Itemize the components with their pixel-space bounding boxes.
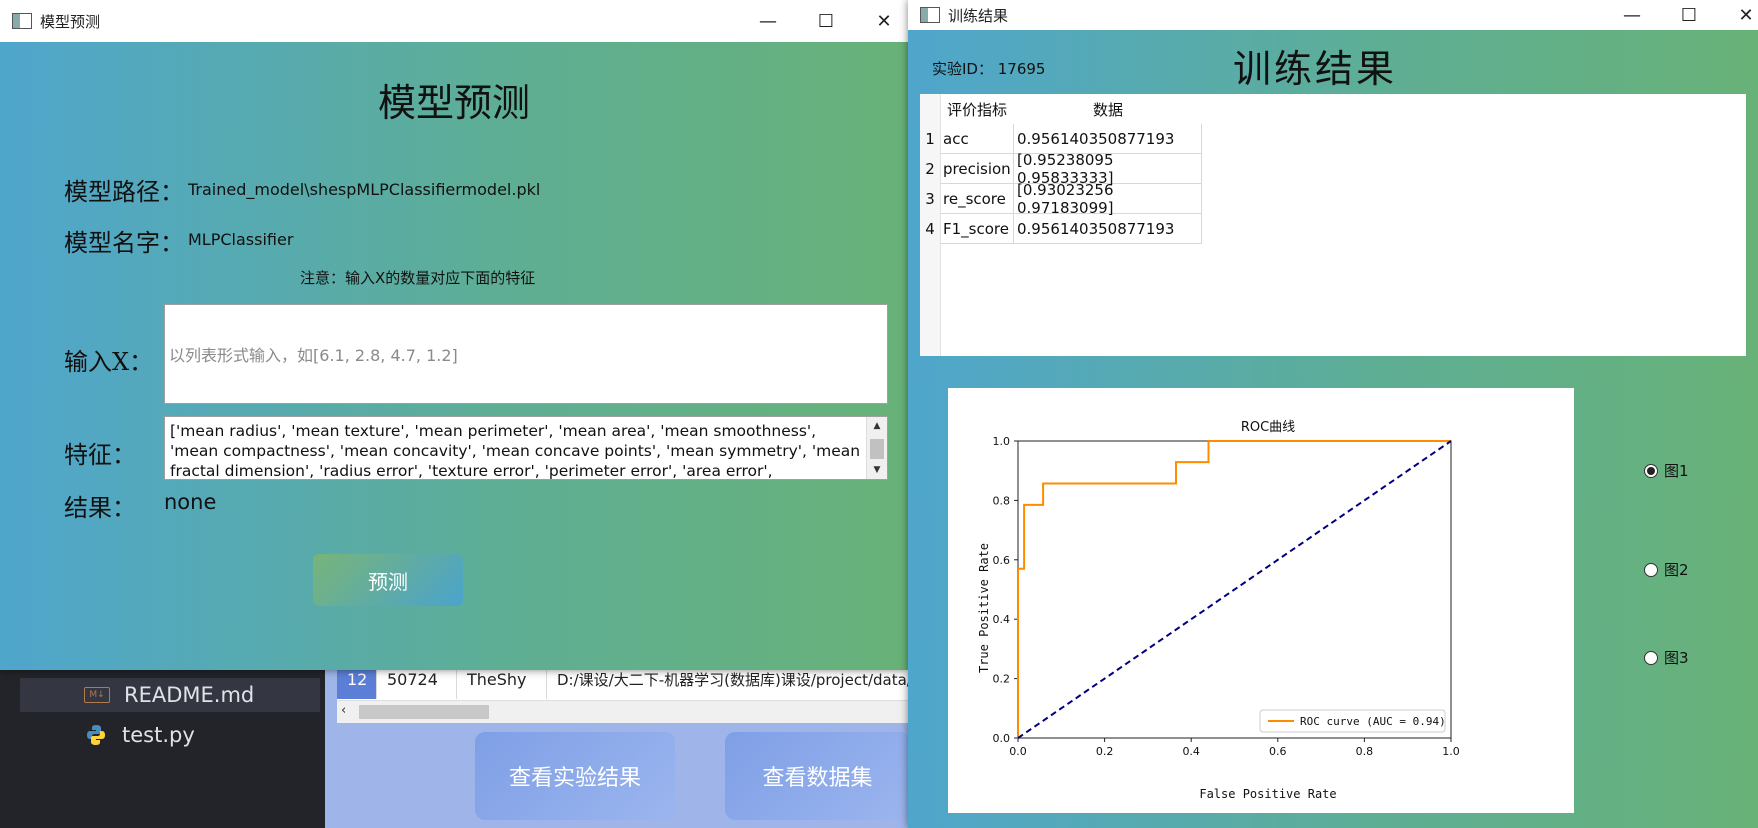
table-cell-value[interactable]: [0.93023256 0.97183099] [1014, 181, 1202, 217]
scrollbar-thumb[interactable] [870, 439, 884, 459]
predict-window: 模型预测 — ☐ ✕ 模型预测 模型路径： Trained_model\shes… [0, 0, 908, 670]
minimize-button[interactable]: — [740, 0, 796, 42]
radio-figure-2[interactable]: 图2 [1644, 559, 1689, 580]
y-tick-label: 0.4 [993, 613, 1011, 626]
radio-unchecked-icon[interactable] [1644, 562, 1658, 577]
maximize-button[interactable]: ☐ [1661, 0, 1717, 30]
results-window-titlebar[interactable]: 训练结果 — ☐ ✕ [908, 0, 1758, 30]
minimize-button[interactable]: — [1604, 0, 1660, 30]
result-value: none [164, 490, 217, 514]
features-label: 特征： [64, 441, 136, 469]
x-axis-label: False Positive Rate [1199, 787, 1336, 801]
page-title: 训练结果 [1233, 47, 1398, 91]
python-icon [87, 725, 105, 745]
input-x-label: 输入X： [64, 348, 154, 376]
radio-figure-1[interactable]: 图1 [1644, 460, 1689, 481]
markdown-icon: M↓ [84, 687, 110, 703]
x-tick-label: 0.8 [1356, 745, 1374, 758]
features-textbox[interactable]: ['mean radius', 'mean texture', 'mean pe… [164, 416, 888, 480]
window-app-icon [920, 7, 940, 23]
x-tick-label: 0.0 [1009, 745, 1027, 758]
close-button[interactable]: ✕ [1718, 0, 1758, 30]
file-item-readme[interactable]: M↓ README.md [20, 678, 320, 712]
scroll-down-icon[interactable]: ▼ [867, 461, 887, 479]
scrollbar-thumb[interactable] [359, 705, 489, 719]
result-label: 结果： [64, 494, 136, 522]
model-path-value: Trained_model\shespMLPClassifiermodel.pk… [188, 180, 541, 199]
predict-window-titlebar[interactable]: 模型预测 — ☐ ✕ [0, 0, 908, 42]
radio-figure-3[interactable]: 图3 [1644, 647, 1689, 668]
scroll-left-icon[interactable]: ‹ [341, 703, 346, 718]
chart-title: ROC曲线 [1241, 420, 1295, 435]
predict-button[interactable]: 预测 [313, 554, 463, 606]
model-name-value: MLPClassifier [188, 230, 294, 249]
column-header-value[interactable]: 数据 [1014, 94, 1202, 124]
row-number: 2 [925, 160, 935, 178]
file-name: test.py [122, 723, 195, 747]
y-tick-label: 1.0 [993, 435, 1011, 448]
metrics-table: 评价指标 数据 1 acc 0.956140350877193 2 precis… [920, 94, 1746, 356]
column-header-metric[interactable]: 评价指标 [940, 94, 1014, 124]
file-item-test-py[interactable]: test.py [20, 718, 320, 752]
y-tick-label: 0.2 [993, 673, 1011, 686]
roc-chart-panel: ROC曲线 False Positive Rate True Positive … [948, 388, 1574, 813]
table-cell-value[interactable]: 0.956140350877193 [1014, 214, 1202, 244]
row-number: 4 [925, 220, 935, 238]
radio-label: 图2 [1664, 561, 1689, 579]
file-name: README.md [124, 683, 255, 707]
table-cell-metric[interactable]: re_score [940, 184, 1014, 214]
features-text: ['mean radius', 'mean texture', 'mean pe… [170, 422, 861, 480]
y-axis-label: True Positive Rate [977, 543, 991, 673]
diagonal-reference-line [1017, 440, 1452, 739]
view-dataset-button[interactable]: 查看数据集 [725, 732, 910, 820]
model-path-label: 模型路径： [64, 178, 184, 206]
window-title: 模型预测 [40, 12, 101, 31]
row-number: 3 [925, 190, 935, 208]
input-x-placeholder: 以列表形式输入，如[6.1, 2.8, 4.7, 1.2] [169, 346, 458, 365]
y-tick-label: 0.8 [993, 494, 1011, 507]
y-tick-label: 0.6 [993, 554, 1011, 567]
maximize-button[interactable]: ☐ [798, 0, 854, 42]
x-tick-label: 1.0 [1442, 745, 1460, 758]
radio-label: 图1 [1664, 462, 1689, 480]
roc-chart: ROC曲线 False Positive Rate True Positive … [977, 420, 1460, 801]
features-scrollbar[interactable]: ▲ ▼ [866, 417, 887, 479]
x-tick-label: 0.4 [1182, 745, 1200, 758]
window-app-icon [12, 13, 32, 29]
input-x-field[interactable]: 以列表形式输入，如[6.1, 2.8, 4.7, 1.2] [164, 304, 888, 404]
table-cell-value[interactable]: 0.956140350877193 [1014, 124, 1202, 154]
y-tick-label: 0.0 [993, 732, 1011, 745]
horizontal-scrollbar[interactable]: ‹ [337, 700, 910, 723]
legend-label: ROC curve (AUC = 0.94) [1300, 715, 1446, 728]
page-title: 模型预测 [377, 81, 530, 125]
table-cell-metric[interactable]: acc [940, 124, 1014, 154]
table-cell-metric[interactable]: F1_score [940, 214, 1014, 244]
model-name-label: 模型名字： [64, 229, 184, 257]
x-tick-label: 0.6 [1269, 745, 1287, 758]
x-tick-label: 0.2 [1096, 745, 1114, 758]
table-cell-metric[interactable]: precision [940, 154, 1014, 184]
view-results-button[interactable]: 查看实验结果 [475, 732, 675, 820]
experiment-id: 实验ID： 17695 [932, 60, 1046, 78]
window-title: 训练结果 [948, 6, 1009, 25]
radio-checked-icon[interactable] [1644, 463, 1658, 478]
scroll-up-icon[interactable]: ▲ [867, 417, 887, 435]
radio-label: 图3 [1664, 649, 1689, 667]
table-cell-value[interactable]: [0.95238095 0.95833333] [1014, 151, 1202, 187]
radio-unchecked-icon[interactable] [1644, 650, 1658, 665]
close-button[interactable]: ✕ [856, 0, 912, 42]
results-window: 训练结果 — ☐ ✕ 实验ID： 17695 训练结果 评价指标 数据 1 ac… [908, 0, 1758, 828]
row-number: 1 [925, 130, 935, 148]
input-note: 注意：输入X的数量对应下面的特征 [300, 269, 536, 287]
